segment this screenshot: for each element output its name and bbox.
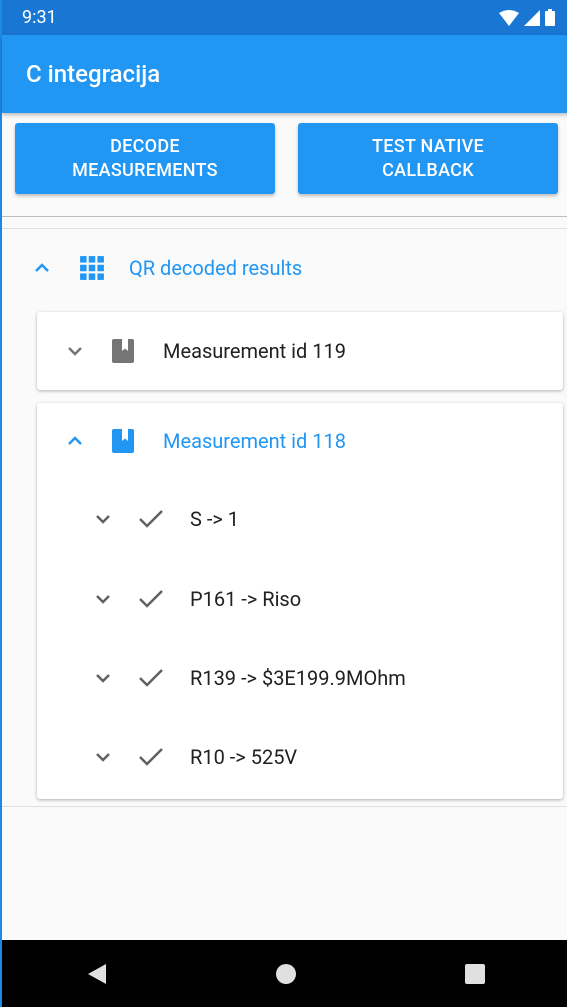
- divider: [2, 216, 567, 217]
- measurement-row[interactable]: Measurement id 118: [63, 423, 346, 459]
- measurement-row[interactable]: Measurement id 119: [63, 333, 346, 369]
- tree-root-label: QR decoded results: [129, 256, 303, 280]
- chevron-down-icon[interactable]: [91, 507, 115, 531]
- chevron-down-icon[interactable]: [91, 666, 115, 690]
- app-title: C integracija: [26, 60, 161, 88]
- status-time: 9:31: [22, 7, 57, 28]
- cell-signal-icon: [524, 9, 540, 26]
- test-native-callback-button[interactable]: TEST NATIVE CALLBACK: [298, 123, 558, 194]
- app-bar: C integracija: [2, 35, 567, 113]
- measurement-item-label: P161 -> Riso: [190, 587, 302, 611]
- measurement-item-label: R10 -> 525V: [190, 745, 298, 769]
- chevron-up-icon[interactable]: [63, 429, 87, 453]
- tree-bottom-border: [2, 806, 567, 807]
- battery-icon: [545, 9, 555, 26]
- measurement-item-row[interactable]: R139 -> $3E199.9MOhm: [91, 660, 406, 696]
- decode-measurements-button[interactable]: DECODE MEASUREMENTS: [15, 123, 275, 194]
- home-icon[interactable]: [275, 963, 297, 985]
- measurement-label: Measurement id 118: [163, 429, 347, 453]
- measurement-item-label: R139 -> $3E199.9MOhm: [190, 666, 406, 690]
- book-icon: [112, 429, 134, 453]
- measurement-item-row[interactable]: P161 -> Riso: [91, 581, 301, 617]
- check-icon: [139, 590, 163, 608]
- check-icon: [139, 510, 163, 528]
- chevron-down-icon[interactable]: [63, 339, 87, 363]
- check-icon: [139, 748, 163, 766]
- system-nav-bar: [2, 940, 567, 1007]
- measurement-label: Measurement id 119: [163, 339, 347, 363]
- measurement-item-row[interactable]: R10 -> 525V: [91, 739, 297, 775]
- back-icon[interactable]: [86, 963, 108, 985]
- tree-root-row[interactable]: QR decoded results: [30, 250, 302, 286]
- chevron-down-icon[interactable]: [91, 587, 115, 611]
- measurement-item-label: S -> 1: [190, 507, 240, 531]
- book-icon: [112, 339, 134, 363]
- check-icon: [139, 669, 163, 687]
- grid-icon: [80, 256, 104, 280]
- status-icons: [499, 9, 555, 26]
- wifi-icon: [499, 9, 519, 26]
- chevron-up-icon[interactable]: [30, 256, 54, 280]
- decode-measurements-label: DECODE MEASUREMENTS: [72, 135, 218, 181]
- chevron-down-icon[interactable]: [91, 745, 115, 769]
- status-bar: 9:31: [2, 0, 567, 35]
- recents-icon[interactable]: [464, 963, 486, 985]
- tree-top-border: [2, 228, 567, 229]
- measurement-card[interactable]: Measurement id 119: [37, 312, 563, 390]
- test-native-callback-label: TEST NATIVE CALLBACK: [372, 135, 484, 181]
- measurement-item-row[interactable]: S -> 1: [91, 501, 239, 537]
- measurement-card-expanded[interactable]: Measurement id 118 S -> 1 P161 -> Riso R…: [37, 403, 563, 799]
